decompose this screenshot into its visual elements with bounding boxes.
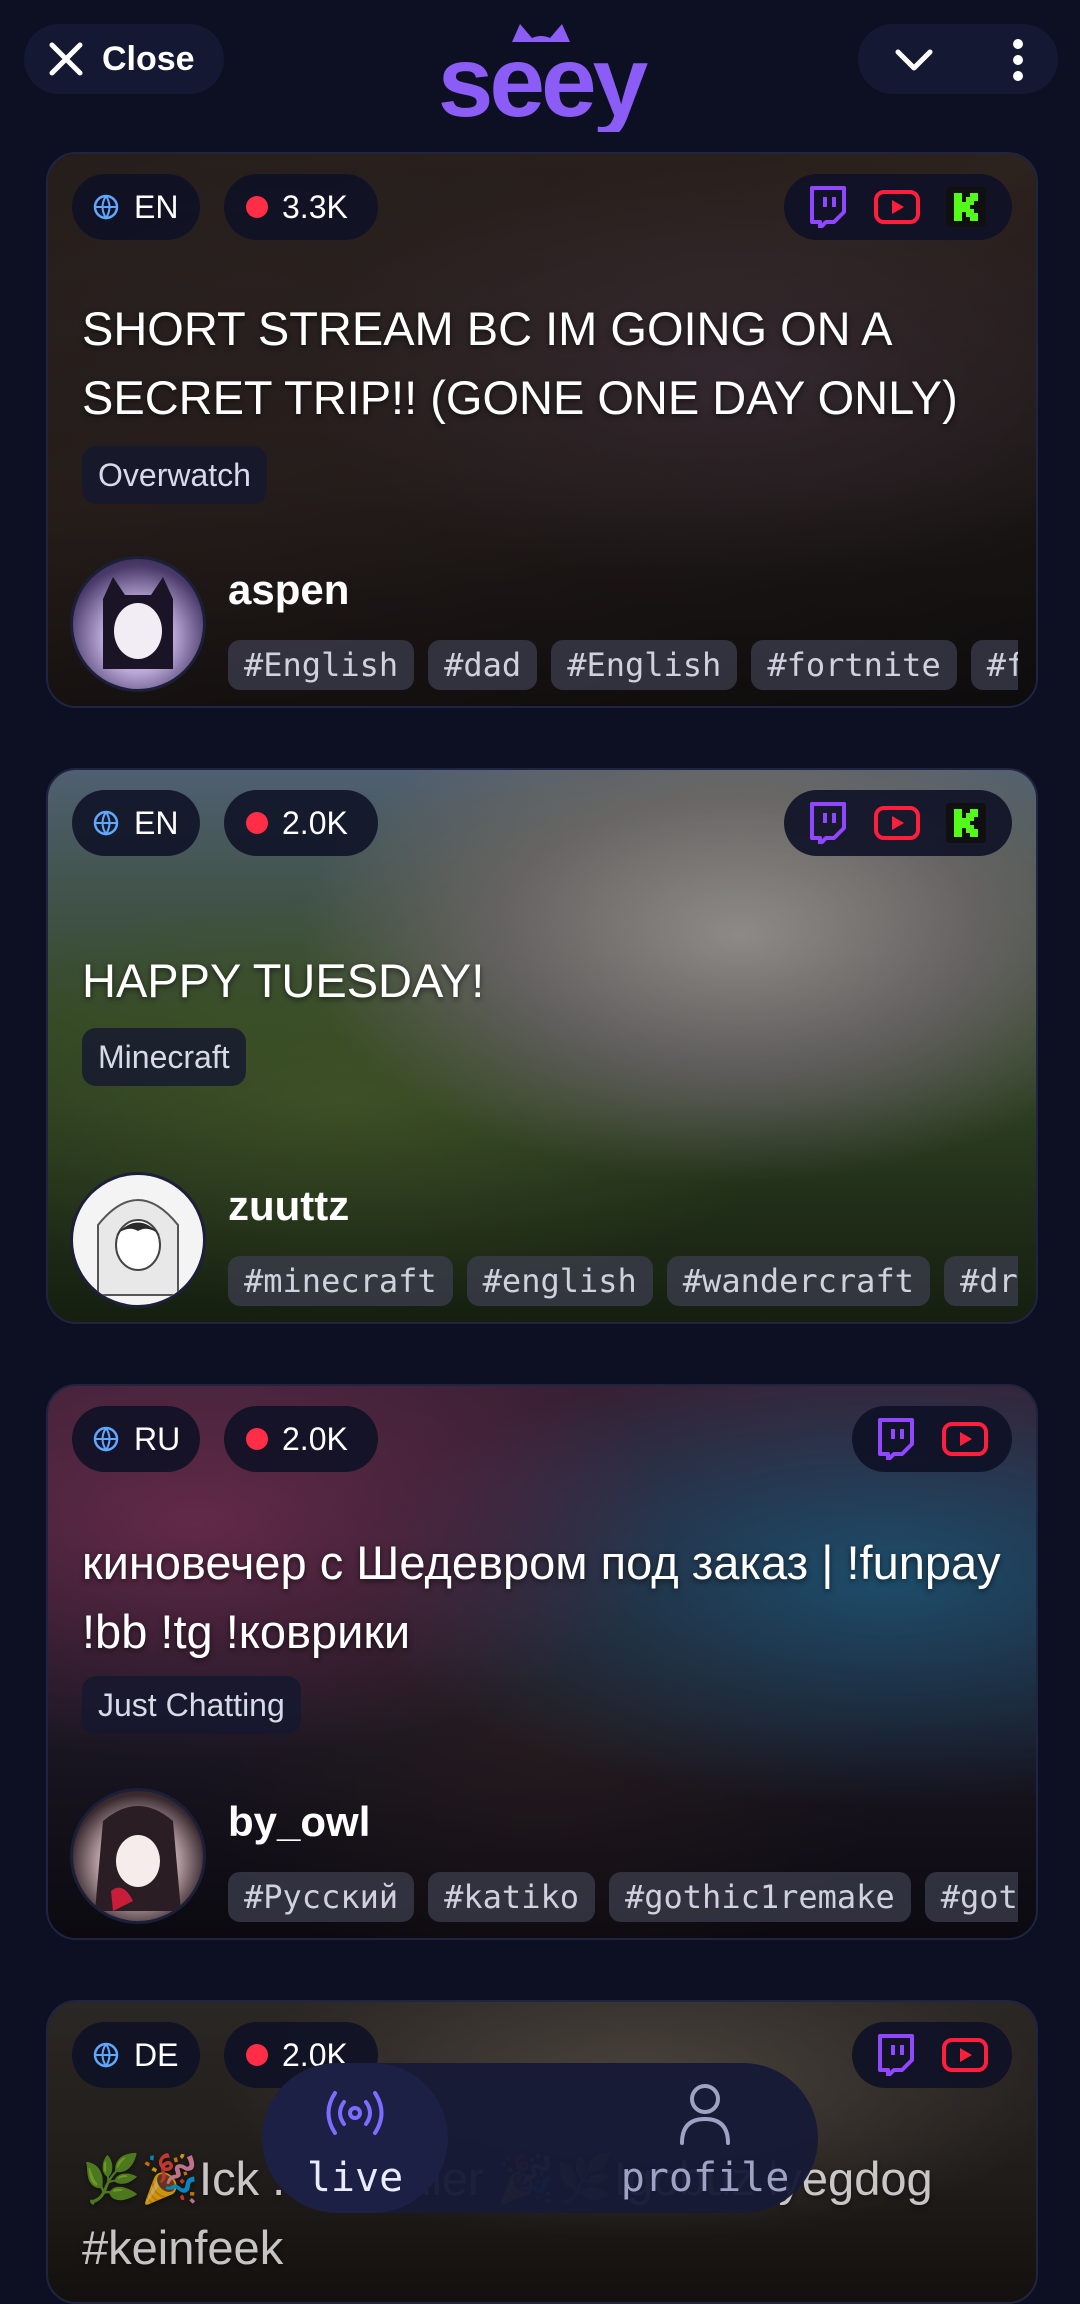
tag[interactable]: #English bbox=[551, 640, 738, 690]
category-badge[interactable]: Overwatch bbox=[82, 446, 267, 504]
platform-badges bbox=[852, 1406, 1012, 1472]
tag[interactable]: #fortnite bbox=[751, 640, 957, 690]
bottom-navigation: live profile bbox=[262, 2063, 818, 2213]
nav-profile-label: profile bbox=[620, 2155, 790, 2201]
streamer-name[interactable]: zuuttz bbox=[228, 1182, 349, 1230]
language-chip: EN bbox=[72, 790, 200, 856]
user-icon bbox=[680, 2084, 730, 2145]
avatar[interactable] bbox=[70, 556, 206, 692]
globe-icon bbox=[93, 1426, 119, 1452]
broadcast-icon bbox=[326, 2091, 384, 2135]
streamer-name[interactable]: by_owl bbox=[228, 1798, 370, 1846]
viewer-count: 3.3K bbox=[282, 188, 348, 225]
more-options-icon[interactable] bbox=[1006, 38, 1030, 82]
viewer-count-chip: 2.0K bbox=[224, 790, 378, 856]
tag[interactable]: #fp bbox=[970, 640, 1018, 690]
category-badge[interactable]: Minecraft bbox=[82, 1028, 246, 1086]
language-code: RU bbox=[134, 1420, 181, 1457]
live-dot-icon bbox=[246, 2044, 268, 2066]
youtube-icon[interactable] bbox=[942, 1422, 988, 1456]
globe-icon bbox=[93, 2042, 119, 2068]
twitch-icon[interactable] bbox=[808, 802, 848, 844]
stream-title: SHORT STREAM BC IM GOING ON A SECRET TRI… bbox=[82, 302, 958, 424]
platform-badges bbox=[852, 2022, 1012, 2088]
viewer-count: 2.0K bbox=[282, 804, 348, 841]
tag[interactable]: #English bbox=[228, 640, 415, 690]
tag-list: #minecraft #english #wandercraft #dro bbox=[228, 1256, 1018, 1308]
platform-badges bbox=[784, 174, 1012, 240]
kick-icon[interactable] bbox=[946, 187, 986, 227]
tag[interactable]: #english bbox=[466, 1256, 653, 1306]
tag[interactable]: #wandercraft bbox=[666, 1256, 930, 1306]
streamer-name[interactable]: aspen bbox=[228, 566, 349, 614]
avatar[interactable] bbox=[70, 1788, 206, 1924]
tag[interactable]: #goth bbox=[924, 1872, 1018, 1922]
category-badge[interactable]: Just Chatting bbox=[82, 1676, 301, 1734]
language-code: EN bbox=[134, 804, 179, 841]
stream-card[interactable]: RU 2.0K киновечер с Шедевром под заказ |… bbox=[46, 1384, 1038, 1940]
platform-badges bbox=[784, 790, 1012, 856]
language-chip: RU bbox=[72, 1406, 200, 1472]
close-icon bbox=[49, 42, 83, 76]
nav-live-label: live bbox=[306, 2155, 404, 2201]
youtube-icon[interactable] bbox=[942, 2038, 988, 2072]
close-label: Close bbox=[102, 39, 195, 78]
top-bar: Close seey bbox=[0, 0, 1080, 140]
live-dot-icon bbox=[246, 196, 268, 218]
live-dot-icon bbox=[246, 1428, 268, 1450]
globe-icon bbox=[93, 810, 119, 836]
nav-live-tab[interactable]: live bbox=[262, 2063, 448, 2213]
twitch-icon[interactable] bbox=[808, 186, 848, 228]
language-chip: EN bbox=[72, 174, 200, 240]
youtube-icon[interactable] bbox=[874, 806, 920, 840]
kick-icon[interactable] bbox=[946, 803, 986, 843]
tag[interactable]: #dro bbox=[943, 1256, 1018, 1306]
tag-list: #English #dad #English #fortnite #fp bbox=[228, 640, 1018, 692]
chevron-down-icon[interactable] bbox=[892, 38, 936, 82]
stream-title: киновечер с Шедевром под заказ | !funpay… bbox=[82, 1536, 1001, 1658]
viewer-count-chip: 3.3K bbox=[224, 174, 378, 240]
twitch-icon[interactable] bbox=[876, 2034, 916, 2076]
live-dot-icon bbox=[246, 812, 268, 834]
globe-icon bbox=[93, 194, 119, 220]
twitch-icon[interactable] bbox=[876, 1418, 916, 1460]
stream-card[interactable]: EN 2.0K HAPPY TUESDAY! Minecraft zuuttz … bbox=[46, 768, 1038, 1324]
stream-card[interactable]: EN 3.3K SHORT STREAM BC IM GOING ON A SE… bbox=[46, 152, 1038, 708]
tag[interactable]: #Русский bbox=[228, 1872, 415, 1922]
svg-text:seey: seey bbox=[438, 26, 649, 132]
header-actions bbox=[858, 24, 1058, 94]
tag-list: #Русский #katiko #gothic1remake #goth bbox=[228, 1872, 1018, 1924]
tag[interactable]: #dad bbox=[428, 640, 538, 690]
close-button[interactable]: Close bbox=[24, 24, 224, 94]
youtube-icon[interactable] bbox=[874, 190, 920, 224]
viewer-count: 2.0K bbox=[282, 1420, 348, 1457]
language-code: DE bbox=[134, 2036, 179, 2073]
viewer-count-chip: 2.0K bbox=[224, 1406, 378, 1472]
tag[interactable]: #minecraft bbox=[228, 1256, 453, 1306]
language-chip: DE bbox=[72, 2022, 200, 2088]
tag[interactable]: #katiko bbox=[428, 1872, 595, 1922]
stream-title: HAPPY TUESDAY! bbox=[82, 954, 485, 1007]
nav-profile-tab[interactable]: profile bbox=[592, 2063, 818, 2213]
language-code: EN bbox=[134, 188, 179, 225]
seey-logo: seey bbox=[438, 24, 653, 132]
tag[interactable]: #gothic1remake bbox=[608, 1872, 911, 1922]
avatar[interactable] bbox=[70, 1172, 206, 1308]
